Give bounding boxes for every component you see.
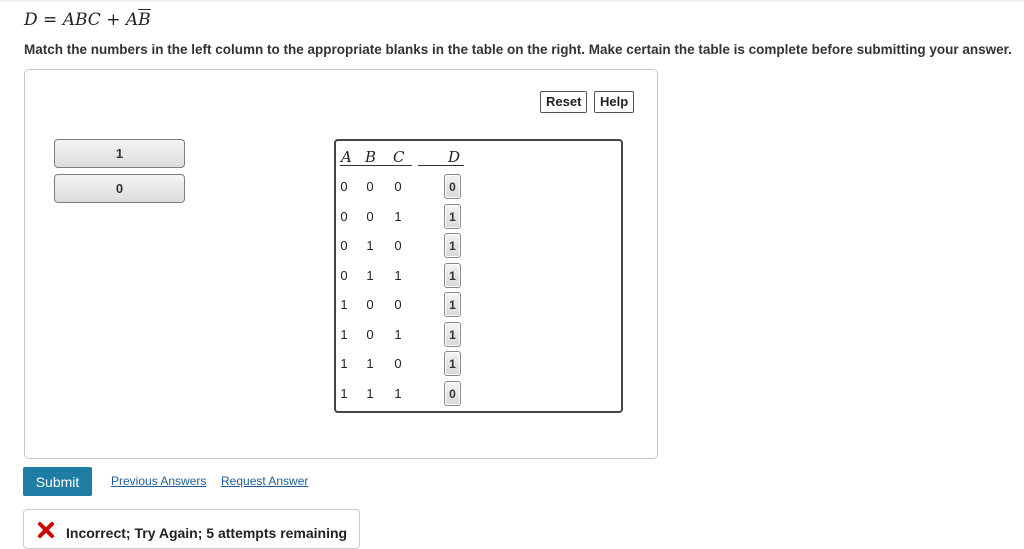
cell-c: 1 [394, 386, 402, 401]
equation: D = ABC + AB [24, 10, 151, 30]
cell-b: 1 [366, 268, 374, 283]
cell-c: 1 [394, 268, 402, 283]
answer-slot[interactable]: 0 [444, 381, 461, 406]
truth-table: A B C D 0 0 0 0 0 0 1 1 0 1 0 1 0 1 1 1 … [334, 139, 623, 413]
answer-slot[interactable]: 1 [444, 233, 461, 258]
equation-term-abc: ABC [62, 10, 101, 30]
cell-a: 1 [340, 327, 348, 342]
header-a: A [341, 148, 352, 166]
cell-a: 1 [340, 356, 348, 371]
top-divider [0, 0, 1024, 2]
submit-button[interactable]: Submit [23, 467, 92, 496]
cell-a: 0 [340, 209, 348, 224]
help-button[interactable]: Help [594, 91, 635, 113]
x-mark-icon [38, 522, 54, 538]
cell-a: 0 [340, 179, 348, 194]
cell-b: 0 [366, 209, 374, 224]
feedback-box: Incorrect; Try Again; 5 attempts remaini… [23, 509, 360, 549]
feedback-text: Incorrect; Try Again; 5 attempts remaini… [66, 525, 348, 541]
cell-c: 1 [394, 327, 402, 342]
equation-plus: + [100, 10, 126, 30]
cell-b: 0 [366, 297, 374, 312]
cell-b: 1 [366, 356, 374, 371]
instructions: Match the numbers in the left column to … [24, 42, 1012, 57]
cell-b: 0 [366, 179, 374, 194]
cell-a: 1 [340, 386, 348, 401]
header-underline-d [418, 165, 464, 166]
draggable-chip-1[interactable]: 1 [54, 139, 185, 168]
header-c: C [393, 148, 405, 166]
previous-answers-link[interactable]: Previous Answers [111, 474, 206, 488]
answer-slot[interactable]: 1 [444, 263, 461, 288]
cell-b: 1 [366, 386, 374, 401]
header-d: D [448, 148, 461, 166]
cell-a: 1 [340, 297, 348, 312]
answer-slot[interactable]: 1 [444, 204, 461, 229]
cell-b: 0 [366, 327, 374, 342]
equation-equals: = [37, 10, 63, 30]
cell-b: 1 [366, 238, 374, 253]
reset-button[interactable]: Reset [540, 91, 588, 113]
header-b: B [365, 148, 377, 166]
answer-slot[interactable]: 1 [444, 351, 461, 376]
cell-c: 0 [394, 238, 402, 253]
equation-term-b-bar: B [138, 10, 151, 30]
cell-c: 0 [394, 179, 402, 194]
answer-slot[interactable]: 0 [444, 174, 461, 199]
answer-slot[interactable]: 1 [444, 322, 461, 347]
cell-a: 0 [340, 238, 348, 253]
answer-slot[interactable]: 1 [444, 292, 461, 317]
header-underline-abc [340, 165, 412, 166]
cell-c: 0 [394, 356, 402, 371]
equation-term-a: A [125, 10, 139, 30]
cell-c: 0 [394, 297, 402, 312]
cell-c: 1 [394, 209, 402, 224]
equation-lhs: D [24, 10, 38, 30]
draggable-chip-0[interactable]: 0 [54, 174, 185, 203]
request-answer-link[interactable]: Request Answer [221, 474, 308, 488]
cell-a: 0 [340, 268, 348, 283]
